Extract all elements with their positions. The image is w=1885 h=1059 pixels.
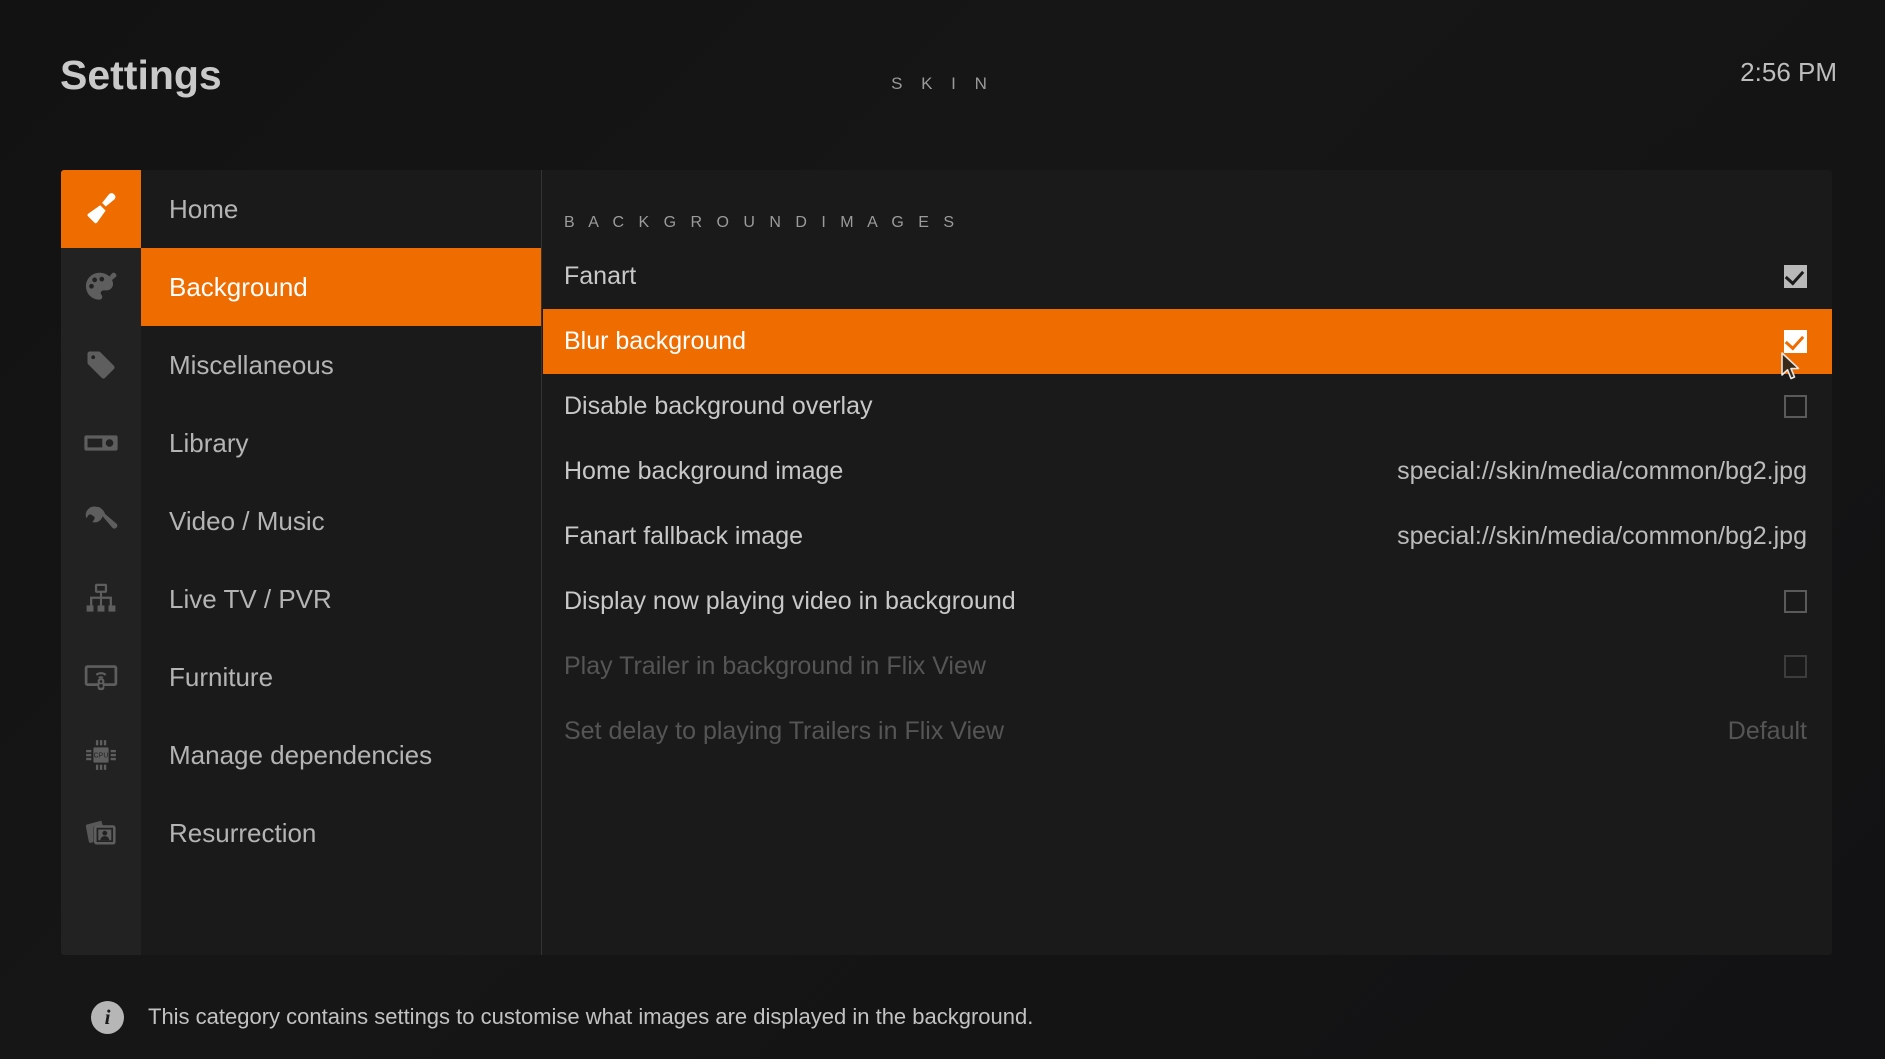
setting-label: Fanart fallback image: [564, 522, 804, 550]
section-label: S K I N: [891, 74, 994, 93]
category-item-manage-dependencies[interactable]: Manage dependencies: [141, 716, 541, 794]
rail-item-background[interactable]: [61, 248, 141, 326]
palette-icon: [82, 268, 120, 306]
setting-row-fanart-fallback-image[interactable]: Fanart fallback image special://skin/med…: [543, 504, 1832, 569]
setting-row-fanart[interactable]: Fanart: [543, 244, 1832, 309]
category-item-miscellaneous[interactable]: Miscellaneous: [141, 326, 541, 404]
rail-item-video-music[interactable]: [61, 482, 141, 560]
blur-background-checkbox[interactable]: [1784, 330, 1807, 353]
category-item-resurrection[interactable]: Resurrection: [141, 794, 541, 872]
paintbrush-icon: [82, 190, 120, 228]
rail-item-resurrection[interactable]: [61, 794, 141, 872]
settings-list: B A C K G R O U N D I M A G E S Fanart B…: [543, 170, 1832, 955]
category-item-library[interactable]: Library: [141, 404, 541, 482]
settings-rows: Fanart Blur background Disable backgroun…: [543, 244, 1832, 764]
setting-row-play-trailer-in-background: Play Trailer in background in Flix View: [543, 634, 1832, 699]
setting-label: Fanart: [564, 262, 637, 290]
network-tree-icon: [83, 581, 119, 617]
settings-group-label: B A C K G R O U N D I M A G E S: [564, 214, 960, 231]
settings-panel: CPU Home Background Miscellaneous Librar…: [61, 170, 1832, 955]
setting-label: Display now playing video in background: [564, 587, 1016, 615]
home-background-image-value[interactable]: special://skin/media/common/bg2.jpg: [1397, 457, 1807, 486]
setting-label: Set delay to playing Trailers in Flix Vi…: [564, 717, 1005, 745]
kodi-settings-screen: Settings S K I N 2:56 PM CPU Home Backgr…: [0, 0, 1885, 1059]
photos-icon: [82, 814, 120, 852]
setting-row-disable-background-overlay[interactable]: Disable background overlay: [543, 374, 1832, 439]
category-item-furniture[interactable]: Furniture: [141, 638, 541, 716]
top-bar: Settings S K I N 2:56 PM: [0, 0, 1885, 140]
setting-label: Disable background overlay: [564, 392, 873, 420]
media-library-icon: [82, 424, 120, 462]
fanart-fallback-image-value[interactable]: special://skin/media/common/bg2.jpg: [1397, 522, 1807, 551]
setting-row-set-delay-trailers: Set delay to playing Trailers in Flix Vi…: [543, 699, 1832, 764]
rail-item-furniture[interactable]: [61, 638, 141, 716]
setting-label: Play Trailer in background in Flix View: [564, 652, 986, 680]
category-item-background[interactable]: Background: [141, 248, 541, 326]
info-icon: i: [91, 1000, 124, 1034]
category-item-video-music[interactable]: Video / Music: [141, 482, 541, 560]
wrench-icon: [82, 502, 120, 540]
footer-info-bar: i This category contains settings to cus…: [61, 975, 1832, 1059]
disable-background-overlay-checkbox[interactable]: [1784, 395, 1807, 418]
setting-row-blur-background[interactable]: Blur background: [543, 309, 1832, 374]
svg-text:CPU: CPU: [94, 753, 109, 760]
tag-icon: [83, 347, 119, 383]
setting-label: Home background image: [564, 457, 844, 485]
set-delay-trailers-value: Default: [1727, 717, 1807, 745]
category-icon-rail: CPU: [61, 170, 141, 955]
setting-row-display-now-playing-video[interactable]: Display now playing video in background: [543, 569, 1832, 634]
rail-item-miscellaneous[interactable]: [61, 326, 141, 404]
cpu-chip-icon: CPU: [82, 736, 120, 774]
clock: 2:56 PM: [1740, 57, 1837, 87]
rail-item-library[interactable]: [61, 404, 141, 482]
footer-description: This category contains settings to custo…: [148, 1004, 1034, 1029]
setting-row-home-background-image[interactable]: Home background image special://skin/med…: [543, 439, 1832, 504]
rail-item-live-tv-pvr[interactable]: [61, 560, 141, 638]
category-item-live-tv-pvr[interactable]: Live TV / PVR: [141, 560, 541, 638]
setting-label: Blur background: [564, 327, 747, 355]
rail-item-home[interactable]: [61, 170, 141, 248]
display-now-playing-video-checkbox[interactable]: [1784, 590, 1807, 613]
category-item-home[interactable]: Home: [141, 170, 541, 248]
remote-tv-icon: [82, 658, 120, 696]
rail-item-manage-dependencies[interactable]: CPU: [61, 716, 141, 794]
fanart-checkbox[interactable]: [1784, 265, 1807, 288]
category-list: Home Background Miscellaneous Library Vi…: [141, 170, 542, 955]
play-trailer-in-background-checkbox: [1784, 655, 1807, 678]
